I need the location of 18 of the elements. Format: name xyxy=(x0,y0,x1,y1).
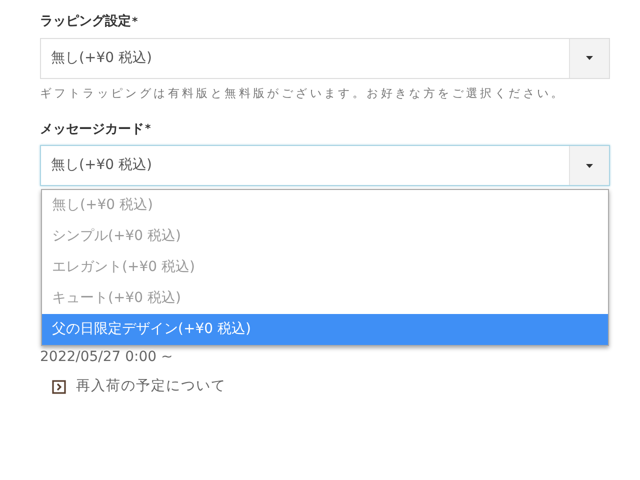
dropdown-button[interactable] xyxy=(569,38,609,78)
dropdown-option[interactable]: キュート(+¥0 税込) xyxy=(42,283,608,314)
caret-icon xyxy=(586,56,593,60)
help-text: ギフトラッピングは有料版と無料版がございます。お好きな方をご選択ください。 xyxy=(40,84,566,102)
caret-icon xyxy=(586,164,593,168)
required-mark: * xyxy=(145,121,151,137)
date-text: 2022/05/27 0:00 ~ xyxy=(40,348,174,366)
field-label: ラッピング設定 xyxy=(40,12,131,31)
dropdown-option[interactable]: シンプル(+¥0 税込) xyxy=(42,221,608,252)
select-field[interactable]: 無し(+¥0 税込) xyxy=(40,38,610,78)
dropdown-button[interactable] xyxy=(569,146,609,185)
dropdown-option[interactable]: 父の日限定デザイン(+¥0 税込) xyxy=(42,314,608,345)
dropdown-option[interactable]: 無し(+¥0 税込) xyxy=(42,190,608,221)
dropdown-option[interactable]: エレガント(+¥0 税込) xyxy=(42,252,608,283)
arrow-box-icon xyxy=(52,380,66,394)
field-label: メッセージカード xyxy=(40,120,144,138)
restock-link[interactable]: 再入荷の予定について xyxy=(52,376,226,397)
required-mark: * xyxy=(132,14,138,30)
